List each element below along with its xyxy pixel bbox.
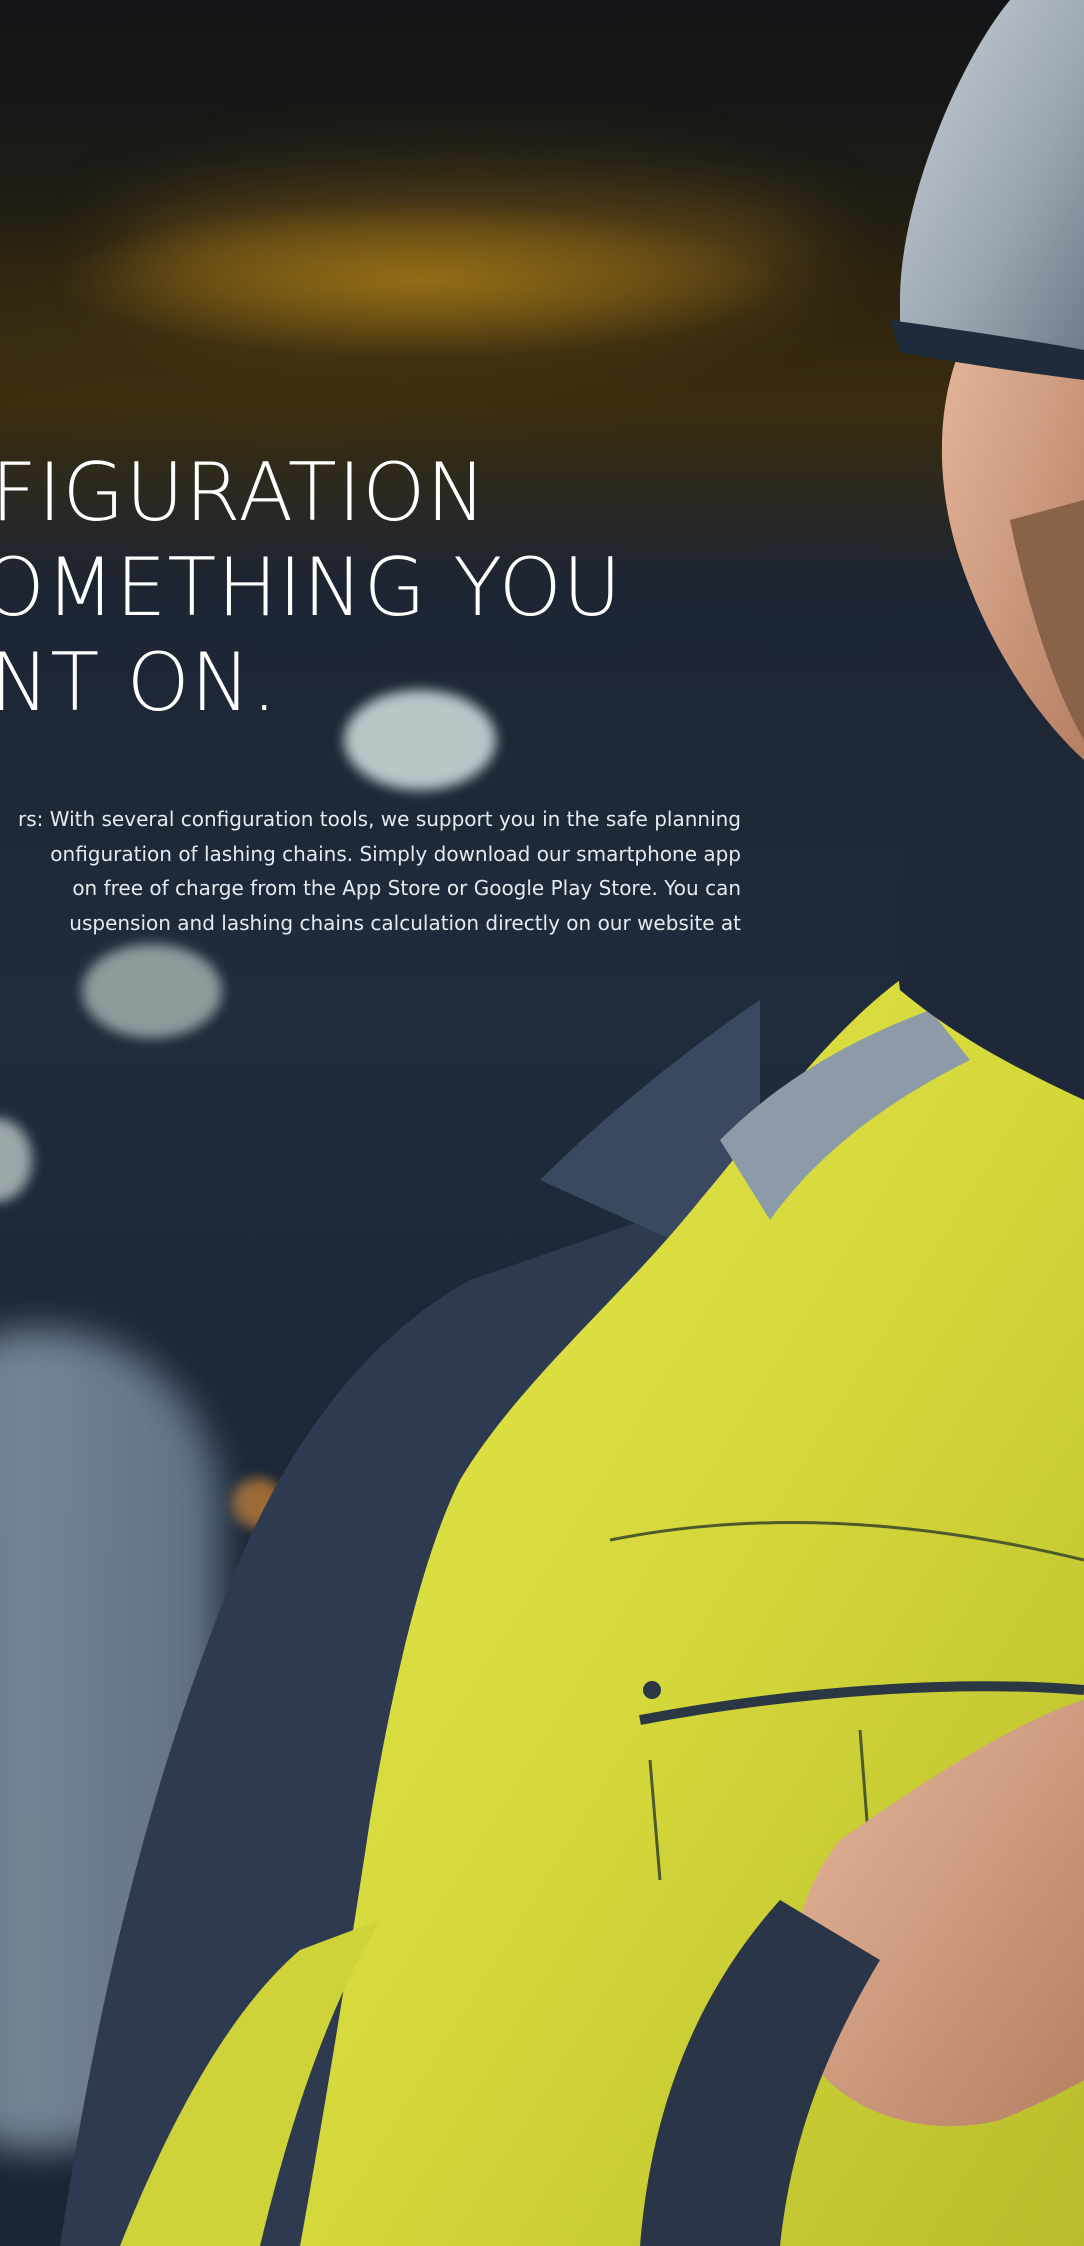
headline-line-2: SOMETHING YOU (0, 541, 623, 634)
hero-section: NFIGURATION SOMETHING YOU UNT ON. rs: Wi… (0, 0, 1084, 2246)
hero-description: rs: With several configuration tools, we… (0, 802, 741, 940)
hard-hat (890, 0, 1084, 380)
description-line-3: on free of charge from the App Store or … (72, 876, 741, 900)
hero-headline: NFIGURATION SOMETHING YOU UNT ON. (0, 445, 622, 730)
description-line-4: uspension and lashing chains calculation… (69, 910, 741, 935)
headline-line-3: UNT ON. (0, 636, 278, 729)
headline-line-1: NFIGURATION (0, 446, 488, 539)
worker-illustration (60, 0, 1084, 2246)
description-line-2: onfiguration of lashing chains. Simply d… (50, 841, 741, 866)
description-line-1: rs: With several configuration tools, we… (18, 807, 741, 831)
